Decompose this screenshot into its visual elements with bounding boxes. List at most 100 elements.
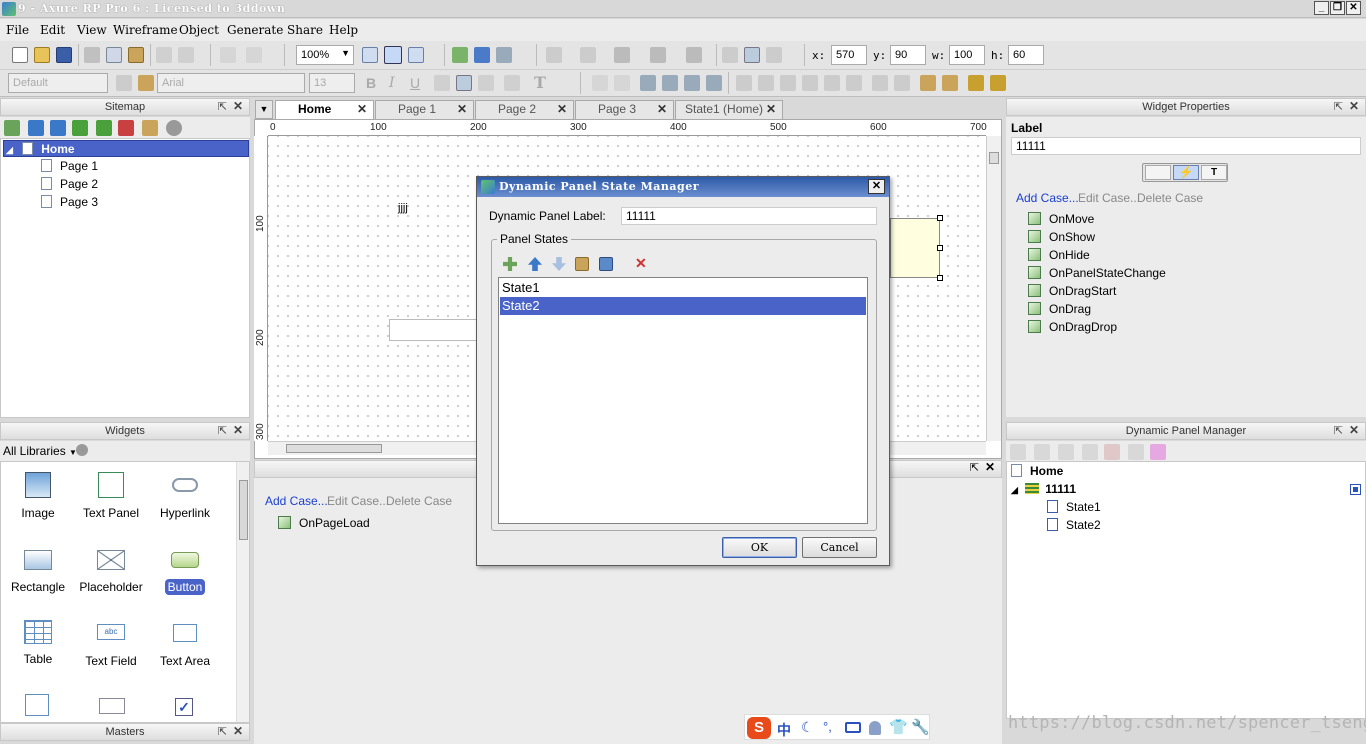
distribute-horizontal-icon[interactable] bbox=[872, 75, 888, 91]
punctuation-icon[interactable]: °, bbox=[823, 719, 832, 734]
widget-text-area[interactable]: Text Area bbox=[150, 620, 220, 668]
tab-home[interactable]: Home ✕ bbox=[275, 100, 374, 120]
interactions-tab-icon[interactable]: ⚡ bbox=[1173, 165, 1199, 180]
delete-state-icon[interactable] bbox=[1104, 444, 1120, 460]
x-field[interactable]: 570 bbox=[831, 45, 867, 65]
align-objects-middle-icon[interactable] bbox=[824, 75, 840, 91]
droplist-icon[interactable] bbox=[25, 694, 49, 716]
visibility-toggle[interactable] bbox=[1350, 484, 1361, 495]
convert-icon[interactable] bbox=[942, 75, 958, 91]
rename-icon[interactable] bbox=[142, 120, 158, 136]
menu-wireframe[interactable]: Wireframe bbox=[113, 23, 178, 37]
master-icon[interactable] bbox=[496, 47, 512, 63]
widget-table[interactable]: Table bbox=[3, 620, 73, 666]
add-state-icon[interactable] bbox=[1010, 444, 1026, 460]
hide-panel-icon[interactable] bbox=[1150, 444, 1166, 460]
unlock-icon[interactable] bbox=[990, 75, 1006, 91]
menu-edit[interactable]: Edit bbox=[40, 23, 65, 37]
menu-view[interactable]: View bbox=[77, 23, 107, 37]
listbox-icon[interactable] bbox=[99, 698, 125, 714]
connector-mode-icon[interactable] bbox=[408, 47, 424, 63]
close-button[interactable]: ✕ bbox=[1346, 1, 1361, 15]
menu-share[interactable]: Share bbox=[287, 23, 323, 37]
align-objects-bottom-icon[interactable] bbox=[846, 75, 862, 91]
style-tab-icon[interactable]: T bbox=[1201, 165, 1227, 180]
pin-icon[interactable]: ⇱ bbox=[218, 724, 227, 740]
tab-state1-home[interactable]: State1 (Home) ✕ bbox=[675, 100, 783, 119]
tab-page1[interactable]: Page 1 ✕ bbox=[375, 100, 474, 119]
text-color-button[interactable]: T bbox=[534, 73, 546, 92]
open-folder-icon[interactable] bbox=[34, 47, 50, 63]
tree-item-page2[interactable]: Page 2 bbox=[41, 176, 98, 193]
skin-icon[interactable]: 👕 bbox=[889, 718, 908, 736]
delete-case-link[interactable]: Delete Case bbox=[386, 494, 452, 508]
close-icon[interactable]: ✕ bbox=[1349, 422, 1359, 438]
align-objects-center-icon[interactable] bbox=[758, 75, 774, 91]
states-list[interactable]: State1 State2 bbox=[498, 277, 868, 524]
tab-page2[interactable]: Page 2 ✕ bbox=[475, 100, 574, 119]
menu-help[interactable]: Help bbox=[329, 23, 358, 37]
group-icon[interactable] bbox=[592, 75, 608, 91]
pin-icon[interactable]: ⇱ bbox=[1334, 99, 1343, 115]
align-center-icon[interactable] bbox=[744, 47, 760, 63]
bullets-icon[interactable] bbox=[504, 75, 520, 91]
widget-text-field[interactable]: abc Text Field bbox=[76, 620, 146, 668]
send-backward-icon[interactable] bbox=[684, 75, 700, 91]
panel-label-input[interactable]: 11111 bbox=[621, 207, 877, 225]
text-align-left-icon[interactable] bbox=[434, 75, 450, 91]
font-family-select[interactable]: Arial bbox=[157, 73, 305, 93]
resize-handle[interactable] bbox=[937, 215, 943, 221]
event-ondragdrop[interactable]: OnDragDrop bbox=[1028, 318, 1117, 336]
indent-icon[interactable] bbox=[72, 120, 88, 136]
duplicate-state-icon[interactable] bbox=[1034, 444, 1050, 460]
tab-list-dropdown[interactable]: ▼ bbox=[255, 100, 273, 119]
move-up-icon[interactable] bbox=[1058, 444, 1074, 460]
event-onpanelstatechange[interactable]: OnPanelStateChange bbox=[1028, 264, 1166, 282]
dpm-panel-11111[interactable]: ◢ 11111 bbox=[1011, 481, 1361, 498]
move-down-icon[interactable] bbox=[1082, 444, 1098, 460]
dpm-page-home[interactable]: Home bbox=[1011, 463, 1063, 480]
close-icon[interactable]: ✕ bbox=[357, 101, 367, 118]
add-case-link[interactable]: Add Case... bbox=[265, 494, 328, 508]
pin-icon[interactable]: ⇱ bbox=[970, 461, 979, 474]
copy-icon[interactable] bbox=[106, 47, 122, 63]
annotations-tab-icon[interactable] bbox=[1145, 165, 1171, 180]
menu-object[interactable]: Object bbox=[179, 23, 219, 37]
chinese-mode-icon[interactable]: 中 bbox=[777, 720, 791, 740]
ok-button[interactable]: OK bbox=[722, 537, 797, 558]
style-editor-icon[interactable] bbox=[116, 75, 132, 91]
zoom-select[interactable]: 100% ▼ bbox=[296, 45, 354, 65]
widget-text-panel[interactable]: Text Panel bbox=[76, 472, 146, 520]
canvas-vscroll[interactable] bbox=[986, 136, 1001, 441]
event-onshow[interactable]: OnShow bbox=[1028, 228, 1095, 246]
scroll-thumb[interactable] bbox=[286, 444, 382, 453]
sogou-logo-icon[interactable]: S bbox=[747, 717, 771, 739]
align-objects-left-icon[interactable] bbox=[736, 75, 752, 91]
delete-state-icon[interactable]: ✕ bbox=[635, 255, 647, 272]
resize-handle[interactable] bbox=[937, 245, 943, 251]
bring-forward-icon[interactable] bbox=[662, 75, 678, 91]
pin-icon[interactable]: ⇱ bbox=[218, 423, 227, 439]
tree-item-home[interactable]: ◢ Home bbox=[3, 140, 249, 157]
widget-rectangle[interactable]: Rectangle bbox=[3, 546, 73, 594]
scroll-thumb[interactable] bbox=[989, 152, 999, 164]
event-onpageload[interactable]: OnPageLoad bbox=[278, 514, 370, 532]
delete-page-icon[interactable] bbox=[118, 120, 134, 136]
bold-button[interactable]: B bbox=[366, 75, 376, 91]
add-case-link[interactable]: Add Case... bbox=[1016, 191, 1079, 205]
close-icon[interactable]: ✕ bbox=[233, 723, 243, 739]
event-ondragstart[interactable]: OnDragStart bbox=[1028, 282, 1116, 300]
moon-icon[interactable]: ☾ bbox=[801, 719, 814, 736]
tree-item-page1[interactable]: Page 1 bbox=[41, 158, 98, 175]
keyboard-icon[interactable] bbox=[845, 722, 861, 733]
select-contained-icon[interactable] bbox=[384, 46, 402, 64]
lock-icon[interactable] bbox=[968, 75, 984, 91]
text-align-right-icon[interactable] bbox=[478, 75, 494, 91]
edit-case-link[interactable]: Edit Case... bbox=[1078, 191, 1140, 205]
tree-item-page3[interactable]: Page 3 bbox=[41, 194, 98, 211]
close-icon[interactable]: ✕ bbox=[657, 101, 667, 118]
collapse-icon[interactable]: ◢ bbox=[6, 145, 13, 155]
y-field[interactable]: 90 bbox=[890, 45, 926, 65]
pin-icon[interactable]: ⇱ bbox=[218, 99, 227, 115]
wrench-icon[interactable]: 🔧 bbox=[911, 718, 930, 736]
